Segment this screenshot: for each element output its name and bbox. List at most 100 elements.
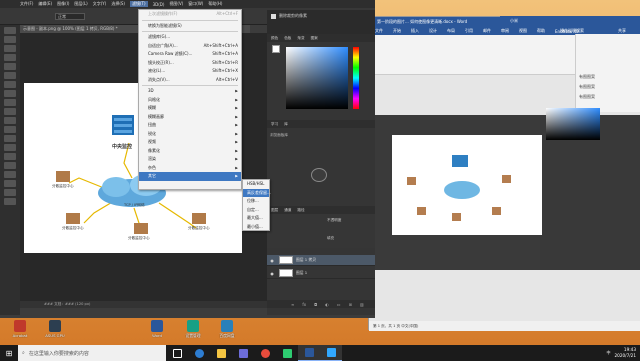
eyedropper-icon[interactable]: [4, 72, 16, 79]
delete-cropped-checkbox[interactable]: [271, 13, 276, 19]
menu-select[interactable]: 选择(S): [111, 1, 125, 7]
menu-layer[interactable]: 图层(L): [74, 1, 87, 7]
tab-layout[interactable]: 布局: [447, 28, 455, 34]
tab-swatches[interactable]: 色板: [284, 36, 291, 41]
pane-item[interactable]: 有图图案: [576, 82, 640, 92]
eye-icon[interactable]: ●: [267, 271, 277, 276]
filter-menu-item[interactable]: 像素化 ▶: [139, 147, 241, 156]
tab-review[interactable]: 审阅: [501, 28, 509, 34]
filter-menu-item[interactable]: 锐化 ▶: [139, 130, 241, 139]
tab-insert[interactable]: 插入: [411, 28, 419, 34]
mask-icon[interactable]: ◘: [314, 302, 317, 307]
stamp-tool-icon[interactable]: [4, 99, 16, 106]
tab-learn[interactable]: 学习: [271, 122, 278, 127]
desktop-icon[interactable]: Acrobat: [3, 320, 37, 338]
shape-tool-icon[interactable]: [4, 180, 16, 187]
menu-file[interactable]: 文件(F): [20, 1, 33, 7]
desktop-icon[interactable]: ASUS GPU: [38, 320, 72, 338]
tab-patterns[interactable]: 图案: [311, 36, 318, 41]
marquee-tool-icon[interactable]: [4, 36, 16, 43]
windows-start-icon[interactable]: ⊞: [0, 345, 18, 361]
gradient-tool-icon[interactable]: [4, 126, 16, 133]
clock[interactable]: 19:43 2020/7/21: [615, 347, 636, 359]
photoshop-taskbar-icon[interactable]: [320, 345, 342, 361]
menu-window[interactable]: 窗口(W): [188, 1, 203, 7]
folder-icon[interactable]: ▭: [337, 302, 341, 307]
menu-type[interactable]: 文字(Y): [93, 1, 107, 7]
lasso-tool-icon[interactable]: [4, 45, 16, 52]
file-explorer-icon[interactable]: [210, 345, 232, 361]
link-icon[interactable]: ∞: [291, 302, 294, 307]
task-view-icon[interactable]: [166, 345, 188, 361]
tab-layers[interactable]: 图层: [271, 208, 278, 213]
tab-color[interactable]: 颜色: [271, 36, 278, 41]
filter-menu-item[interactable]: 转换为智能滤镜(S): [139, 22, 241, 31]
pane-item[interactable]: 有图图案: [576, 92, 640, 102]
menu-edit[interactable]: 编辑(E): [38, 1, 52, 7]
blur-tool-icon[interactable]: [4, 135, 16, 142]
path-select-icon[interactable]: [4, 171, 16, 178]
filter-menu-item[interactable]: 视频 ▶: [139, 138, 241, 147]
submenu-item[interactable]: 高反差保留...: [243, 188, 271, 197]
store-icon[interactable]: [232, 345, 254, 361]
ime-indicator[interactable]: 中: [607, 350, 611, 356]
browse-library-button[interactable]: 浏览面板库: [270, 133, 288, 138]
color-picker-field[interactable]: [286, 47, 348, 109]
submenu-item[interactable]: 最小值...: [243, 223, 269, 232]
taskbar-search-input[interactable]: ⌕ 在这里输入你要搜索的内容: [18, 345, 166, 361]
filter-menu-item[interactable]: 3D ▶: [139, 87, 241, 96]
tab-view[interactable]: 视图: [519, 28, 527, 34]
filter-menu-item[interactable]: 自适应广角(A)... Alt+Shift+Ctrl+A: [139, 42, 241, 51]
menu-filter[interactable]: 滤镜(T): [130, 1, 148, 7]
filter-menu-item[interactable]: 风格化 ▶: [139, 96, 241, 105]
tab-home[interactable]: 开始: [393, 28, 401, 34]
desktop-icon[interactable]: 百度网盘: [210, 320, 244, 339]
pen-tool-icon[interactable]: [4, 153, 16, 160]
fx-icon[interactable]: fx: [302, 302, 306, 307]
submenu-item[interactable]: 最大值...: [243, 214, 269, 223]
layer-row[interactable]: ● 图层 1: [267, 268, 375, 279]
history-brush-icon[interactable]: [4, 108, 16, 115]
adjustment-icon[interactable]: ◐: [325, 302, 329, 307]
mode-select[interactable]: 正常: [55, 13, 85, 20]
desktop-icon[interactable]: Word: [140, 320, 174, 338]
eraser-tool-icon[interactable]: [4, 117, 16, 124]
brush-tool-icon[interactable]: [4, 90, 16, 97]
hue-slider[interactable]: [353, 47, 359, 109]
tab-gradients[interactable]: 渐变: [297, 36, 304, 41]
submenu-item[interactable]: HSB/HSL: [243, 180, 269, 189]
filter-menu-item[interactable]: 液化(L)... Shift+Ctrl+X: [139, 67, 241, 76]
tab-libraries[interactable]: 库: [284, 122, 288, 127]
filter-menu-item[interactable]: 渲染 ▶: [139, 155, 241, 164]
tab-references[interactable]: 引用: [465, 28, 473, 34]
eye-icon[interactable]: ●: [267, 258, 277, 263]
submenu-item[interactable]: 自定...: [243, 206, 269, 215]
filter-menu-item[interactable]: 模糊画廊 ▶: [139, 113, 241, 122]
tab-design[interactable]: 设计: [429, 28, 437, 34]
tab-paths[interactable]: 路径: [297, 208, 304, 213]
filter-menu-item[interactable]: 上次滤镜操作(F) Alt+Ctrl+F: [139, 10, 241, 19]
tab-help[interactable]: 帮助: [537, 28, 545, 34]
chrome-icon[interactable]: [254, 345, 276, 361]
tab-channels[interactable]: 通道: [284, 208, 291, 213]
layer-row[interactable]: ● 图层 1 拷贝: [267, 255, 375, 266]
filter-menu-item[interactable]: 其它 ▶: [139, 172, 241, 181]
photoshop-window[interactable]: 文件(F) 编辑(E) 图像(I) 图层(L) 文字(Y) 选择(S) 滤镜(T…: [0, 0, 375, 318]
filter-menu-item[interactable]: Camera Raw 滤镜(C)... Shift+Ctrl+A: [139, 50, 241, 59]
magic-wand-icon[interactable]: [4, 54, 16, 61]
wechat-icon[interactable]: [276, 345, 298, 361]
edge-icon[interactable]: [188, 345, 210, 361]
trash-icon[interactable]: ▥: [360, 302, 364, 307]
foreground-color-swatch[interactable]: [272, 45, 280, 53]
menu-view[interactable]: 视图(V): [169, 1, 183, 7]
menu-3d[interactable]: 3D(D): [153, 2, 165, 7]
menu-image[interactable]: 图像(I): [57, 1, 69, 7]
tab-file[interactable]: 文件: [375, 28, 383, 34]
tab-mailings[interactable]: 邮件: [483, 28, 491, 34]
filter-menu-item[interactable]: 模糊 ▶: [139, 104, 241, 113]
zoom-tool-icon[interactable]: [4, 198, 16, 205]
crop-tool-icon[interactable]: [4, 63, 16, 70]
filter-menu-item[interactable]: 杂色 ▶: [139, 164, 241, 173]
pane-item[interactable]: 有图图案: [576, 72, 640, 82]
hand-tool-icon[interactable]: [4, 189, 16, 196]
